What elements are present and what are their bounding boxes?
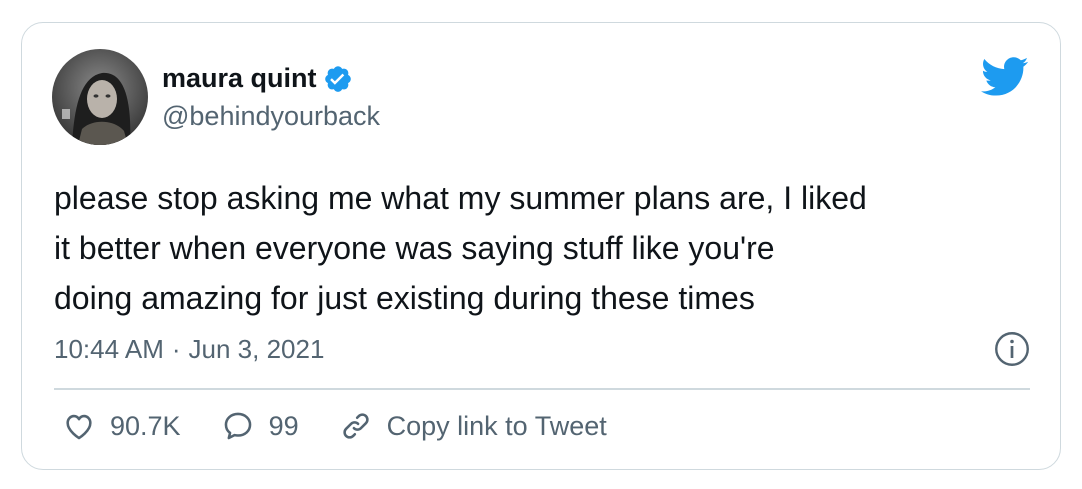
tweet-text: please stop asking me what my summer pla… [54, 180, 867, 316]
like-button[interactable]: 90.7K [62, 409, 181, 443]
author-handle[interactable]: @behindyourback [162, 101, 380, 132]
like-count: 90.7K [110, 410, 181, 441]
tweet-timestamp[interactable]: 10:44 AM · Jun 3, 2021 [54, 334, 324, 365]
tweet-time[interactable]: 10:44 AM [54, 334, 164, 365]
reply-bubble-icon [224, 412, 251, 440]
tweet-actions: 90.7K 99 Copy link to Tweet [62, 409, 647, 443]
tweet-date[interactable]: Jun 3, 2021 [189, 334, 325, 365]
avatar-image [52, 49, 148, 145]
info-icon[interactable] [994, 331, 1030, 367]
avatar[interactable] [52, 49, 148, 145]
meta-separator: · [171, 334, 181, 364]
copy-link-label: Copy link to Tweet [386, 410, 607, 441]
copy-link-button[interactable]: Copy link to Tweet [339, 409, 607, 443]
heart-icon [66, 414, 92, 440]
tweet-card[interactable]: maura quint @behindyourback please stop … [21, 22, 1061, 470]
reply-count: 99 [268, 410, 299, 441]
reply-button[interactable]: 99 [221, 409, 299, 443]
link-icon [342, 413, 369, 439]
divider [54, 388, 1030, 390]
verified-badge-icon [324, 65, 351, 92]
twitter-bird-icon[interactable] [980, 57, 1030, 97]
author-display-name[interactable]: maura quint [162, 63, 317, 94]
